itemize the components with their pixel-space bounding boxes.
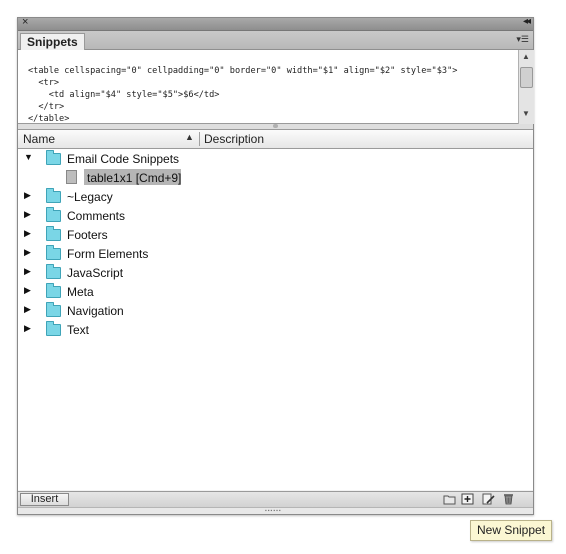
- code-line: </table>: [28, 114, 70, 124]
- tree-folder-form-elements[interactable]: ▶ Form Elements: [18, 244, 533, 263]
- code-line: </tr>: [28, 102, 65, 112]
- scroll-thumb[interactable]: [520, 67, 533, 88]
- list-header: Name ▲ Description: [18, 130, 533, 149]
- folder-icon: [46, 283, 61, 298]
- tree-item-label: JavaScript: [67, 266, 124, 280]
- tree-folder-text[interactable]: ▶ Text: [18, 320, 533, 339]
- disclosure-collapsed-icon[interactable]: ▶: [24, 266, 34, 277]
- splitter-grip[interactable]: [273, 124, 278, 128]
- tree-item-label: Footers: [67, 228, 108, 242]
- tab-bar: Snippets ▾☰: [18, 31, 533, 50]
- column-divider[interactable]: [199, 132, 200, 146]
- disclosure-collapsed-icon[interactable]: ▶: [24, 190, 34, 201]
- disclosure-collapsed-icon[interactable]: ▶: [24, 285, 34, 296]
- folder-icon: [46, 245, 61, 260]
- column-header-name[interactable]: Name: [23, 132, 55, 146]
- panel-menu-icon[interactable]: ▾☰: [516, 34, 529, 45]
- new-folder-icon[interactable]: [443, 493, 456, 505]
- disclosure-expanded-icon[interactable]: ▼: [24, 152, 34, 162]
- tree-folder-footers[interactable]: ▶ Footers: [18, 225, 533, 244]
- tab-snippets[interactable]: Snippets: [20, 33, 85, 50]
- new-snippet-icon[interactable]: [461, 493, 474, 505]
- folder-icon: [46, 321, 61, 336]
- tree-item-label: Text: [67, 323, 90, 337]
- code-scrollbar[interactable]: ▲ ▼: [518, 50, 534, 124]
- disclosure-collapsed-icon[interactable]: ▶: [24, 323, 34, 334]
- code-line: <td align="$4" style="$5">$6</td>: [28, 90, 220, 100]
- tree-item-label: Navigation: [67, 304, 124, 318]
- folder-icon: [46, 302, 61, 317]
- disclosure-collapsed-icon[interactable]: ▶: [24, 304, 34, 315]
- tree-item-label: Comments: [67, 209, 126, 223]
- tree-folder-navigation[interactable]: ▶ Navigation: [18, 301, 533, 320]
- code-line: <table cellspacing="0" cellpadding="0" b…: [28, 66, 458, 76]
- tree-item-label: Email Code Snippets: [67, 152, 180, 166]
- folder-icon: [46, 207, 61, 222]
- scroll-up-icon[interactable]: ▲: [522, 52, 530, 61]
- folder-icon: [46, 150, 61, 165]
- tree-item-label: ~Legacy: [67, 190, 113, 204]
- snippet-file-icon: [66, 170, 77, 184]
- insert-button[interactable]: Insert: [20, 493, 69, 506]
- disclosure-collapsed-icon[interactable]: ▶: [24, 228, 34, 239]
- code-preview: <table cellspacing="0" cellpadding="0" b…: [18, 50, 518, 124]
- tree-item-label: Form Elements: [67, 247, 149, 261]
- snippets-panel: × ◂◂ Snippets ▾☰ <table cellspacing="0" …: [17, 16, 534, 515]
- panel-titlebar[interactable]: × ◂◂: [18, 16, 533, 31]
- folder-icon: [46, 264, 61, 279]
- resize-grip-icon[interactable]: ▪▪▪▪▪▪: [265, 509, 282, 514]
- panel-footer: Insert: [18, 491, 533, 507]
- folder-icon: [46, 226, 61, 241]
- tree-folder-legacy[interactable]: ▶ ~Legacy: [18, 187, 533, 206]
- tree-folder-javascript[interactable]: ▶ JavaScript: [18, 263, 533, 282]
- tree-folder-meta[interactable]: ▶ Meta: [18, 282, 533, 301]
- edit-snippet-icon[interactable]: [482, 493, 495, 505]
- tree-folder-email-code-snippets[interactable]: ▼ Email Code Snippets: [18, 149, 533, 168]
- tree-snippet-table1x1[interactable]: table1x1 [Cmd+9]: [18, 168, 533, 187]
- panel-resize-handle[interactable]: ▪▪▪▪▪▪: [18, 507, 533, 514]
- delete-icon[interactable]: [502, 493, 515, 505]
- tooltip: New Snippet: [470, 520, 553, 541]
- collapse-icon[interactable]: ◂◂: [523, 16, 531, 27]
- code-line: <tr>: [28, 78, 60, 88]
- scroll-down-icon[interactable]: ▼: [522, 109, 530, 118]
- disclosure-collapsed-icon[interactable]: ▶: [24, 209, 34, 220]
- tree-item-label: table1x1 [Cmd+9]: [87, 171, 182, 185]
- folder-icon: [46, 188, 61, 203]
- snippet-tree: ▼ Email Code Snippets table1x1 [Cmd+9] ▶…: [18, 149, 533, 490]
- column-header-description[interactable]: Description: [204, 132, 264, 146]
- tree-item-label: Meta: [67, 285, 94, 299]
- tree-folder-comments[interactable]: ▶ Comments: [18, 206, 533, 225]
- close-icon[interactable]: ×: [22, 16, 28, 28]
- disclosure-collapsed-icon[interactable]: ▶: [24, 247, 34, 258]
- sort-ascending-icon[interactable]: ▲: [185, 132, 194, 142]
